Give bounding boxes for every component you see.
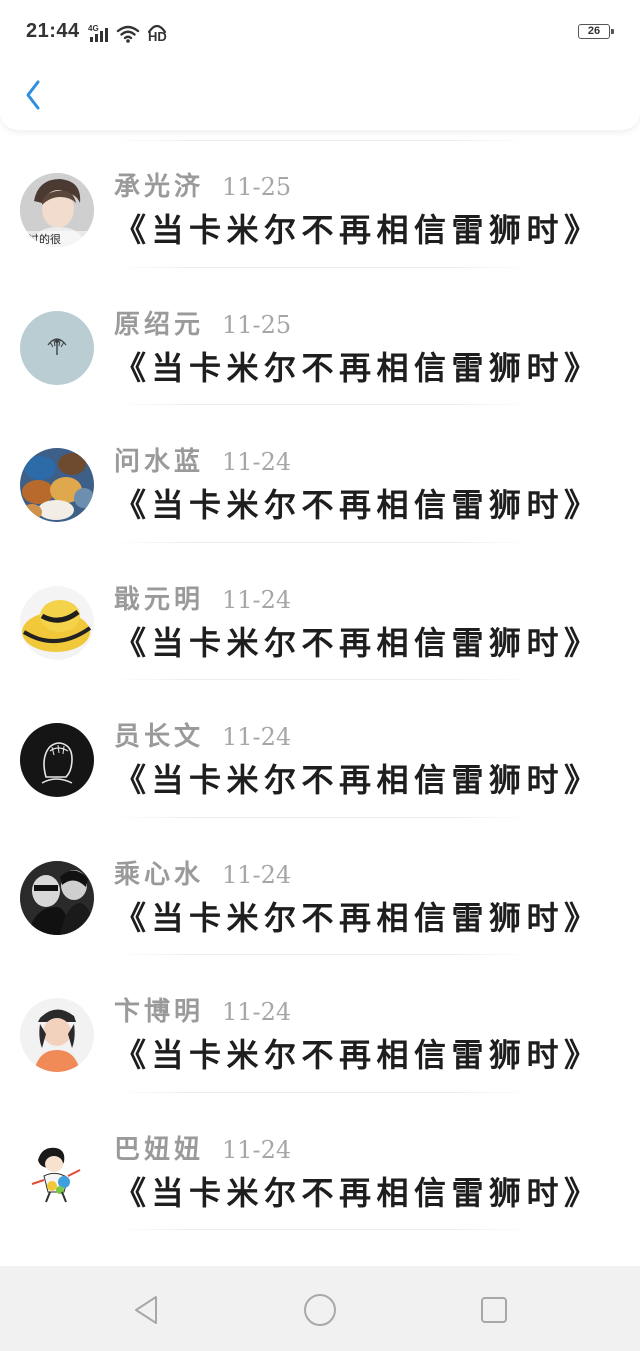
item-title[interactable]: 《当卡米尔不再相信雷狮时》	[114, 210, 602, 250]
avatar[interactable]	[20, 1135, 94, 1210]
back-button[interactable]	[18, 76, 54, 116]
list-item[interactable]: 卞博明 11-24 《当卡米尔不再相信雷狮时》	[0, 955, 640, 1093]
status-time: 21:44	[26, 20, 80, 42]
post-date: 11-24	[222, 860, 292, 889]
item-meta: 卞博明 11-24	[114, 991, 292, 1027]
status-bar: 21:44 4G HD 26	[0, 0, 640, 64]
list-item[interactable]: 巴妞妞 11-24 《当卡米尔不再相信雷狮时》	[0, 1093, 640, 1230]
item-meta: 乘心水 11-24	[114, 854, 292, 890]
list-item[interactable]: 乘心水 11-24 《当卡米尔不再相信雷狮时》	[0, 818, 640, 955]
status-icons: 4G HD	[88, 20, 168, 44]
item-meta: 巴妞妞 11-24	[114, 1129, 292, 1165]
item-title[interactable]: 《当卡米尔不再相信雷狮时》	[114, 485, 602, 525]
item-title[interactable]: 《当卡米尔不再相信雷狮时》	[114, 1173, 602, 1213]
item-meta: 承光济 11-25	[114, 166, 292, 202]
avatar[interactable]	[20, 998, 94, 1072]
nav-recents-button[interactable]	[474, 1290, 514, 1330]
list-item[interactable]: 原绍元 11-25 《当卡米尔不再相信雷狮时》	[0, 268, 640, 405]
wifi-icon	[116, 24, 140, 44]
username[interactable]: 卞博明	[114, 991, 204, 1028]
post-date: 11-25	[222, 310, 292, 339]
item-meta: 员长文 11-24	[114, 716, 292, 752]
item-meta: 戢元明 11-24	[114, 579, 292, 615]
triangle-back-icon	[135, 1296, 157, 1324]
item-meta: 问水蓝 11-24	[114, 441, 292, 477]
item-title[interactable]: 《当卡米尔不再相信雷狮时》	[114, 898, 602, 938]
list-item[interactable]: 过的很 承光济 11-25 《当卡米尔不再相信雷狮时》	[0, 130, 640, 268]
post-date: 11-24	[222, 448, 292, 476]
item-title[interactable]: 《当卡米尔不再相信雷狮时》	[114, 1035, 602, 1075]
cellular-signal-icon: 4G	[88, 24, 110, 44]
chevron-left-icon	[26, 80, 40, 110]
item-title[interactable]: 《当卡米尔不再相信雷狮时》	[114, 623, 602, 663]
item-title[interactable]: 《当卡米尔不再相信雷狮时》	[114, 760, 602, 800]
avatar[interactable]	[20, 448, 94, 522]
username[interactable]: 乘心水	[114, 854, 204, 891]
post-date: 11-24	[222, 998, 292, 1026]
post-date: 11-24	[222, 585, 292, 614]
list-item[interactable]: 员长文 11-24 《当卡米尔不再相信雷狮时》	[0, 680, 640, 818]
username[interactable]: 承光济	[114, 166, 204, 203]
circle-home-icon	[304, 1294, 336, 1326]
hd-voice-icon: HD	[146, 22, 168, 44]
avatar[interactable]	[20, 585, 94, 660]
hd-label: HD	[148, 29, 167, 44]
row-divider	[112, 1229, 532, 1230]
post-date: 11-24	[222, 1135, 292, 1164]
post-date: 11-24	[222, 723, 292, 751]
list-item[interactable]: 问水蓝 11-24 《当卡米尔不再相信雷狮时》	[0, 405, 640, 543]
app-header	[0, 64, 640, 130]
nav-home-button[interactable]	[300, 1290, 340, 1330]
username[interactable]: 巴妞妞	[114, 1129, 204, 1166]
item-title[interactable]: 《当卡米尔不再相信雷狮时》	[114, 348, 602, 388]
username[interactable]: 问水蓝	[114, 441, 204, 478]
avatar[interactable]	[20, 723, 94, 797]
username[interactable]: 员长文	[114, 716, 204, 753]
username[interactable]: 戢元明	[114, 579, 204, 616]
avatar-caption: 过的很	[28, 232, 61, 246]
post-date: 11-25	[222, 173, 292, 201]
battery-icon: 26	[578, 24, 614, 39]
nav-back-button[interactable]	[126, 1290, 166, 1330]
avatar[interactable]: 过的很	[20, 173, 94, 247]
avatar[interactable]	[20, 860, 94, 935]
network-type-label: 4G	[88, 24, 99, 33]
square-recents-icon	[481, 1297, 507, 1323]
item-meta: 原绍元 11-25	[114, 304, 292, 340]
username[interactable]: 原绍元	[114, 304, 204, 341]
system-navigation-bar	[0, 1266, 640, 1351]
avatar[interactable]	[20, 310, 94, 385]
list-item[interactable]: 戢元明 11-24 《当卡米尔不再相信雷狮时》	[0, 543, 640, 680]
battery-level: 26	[587, 25, 601, 37]
